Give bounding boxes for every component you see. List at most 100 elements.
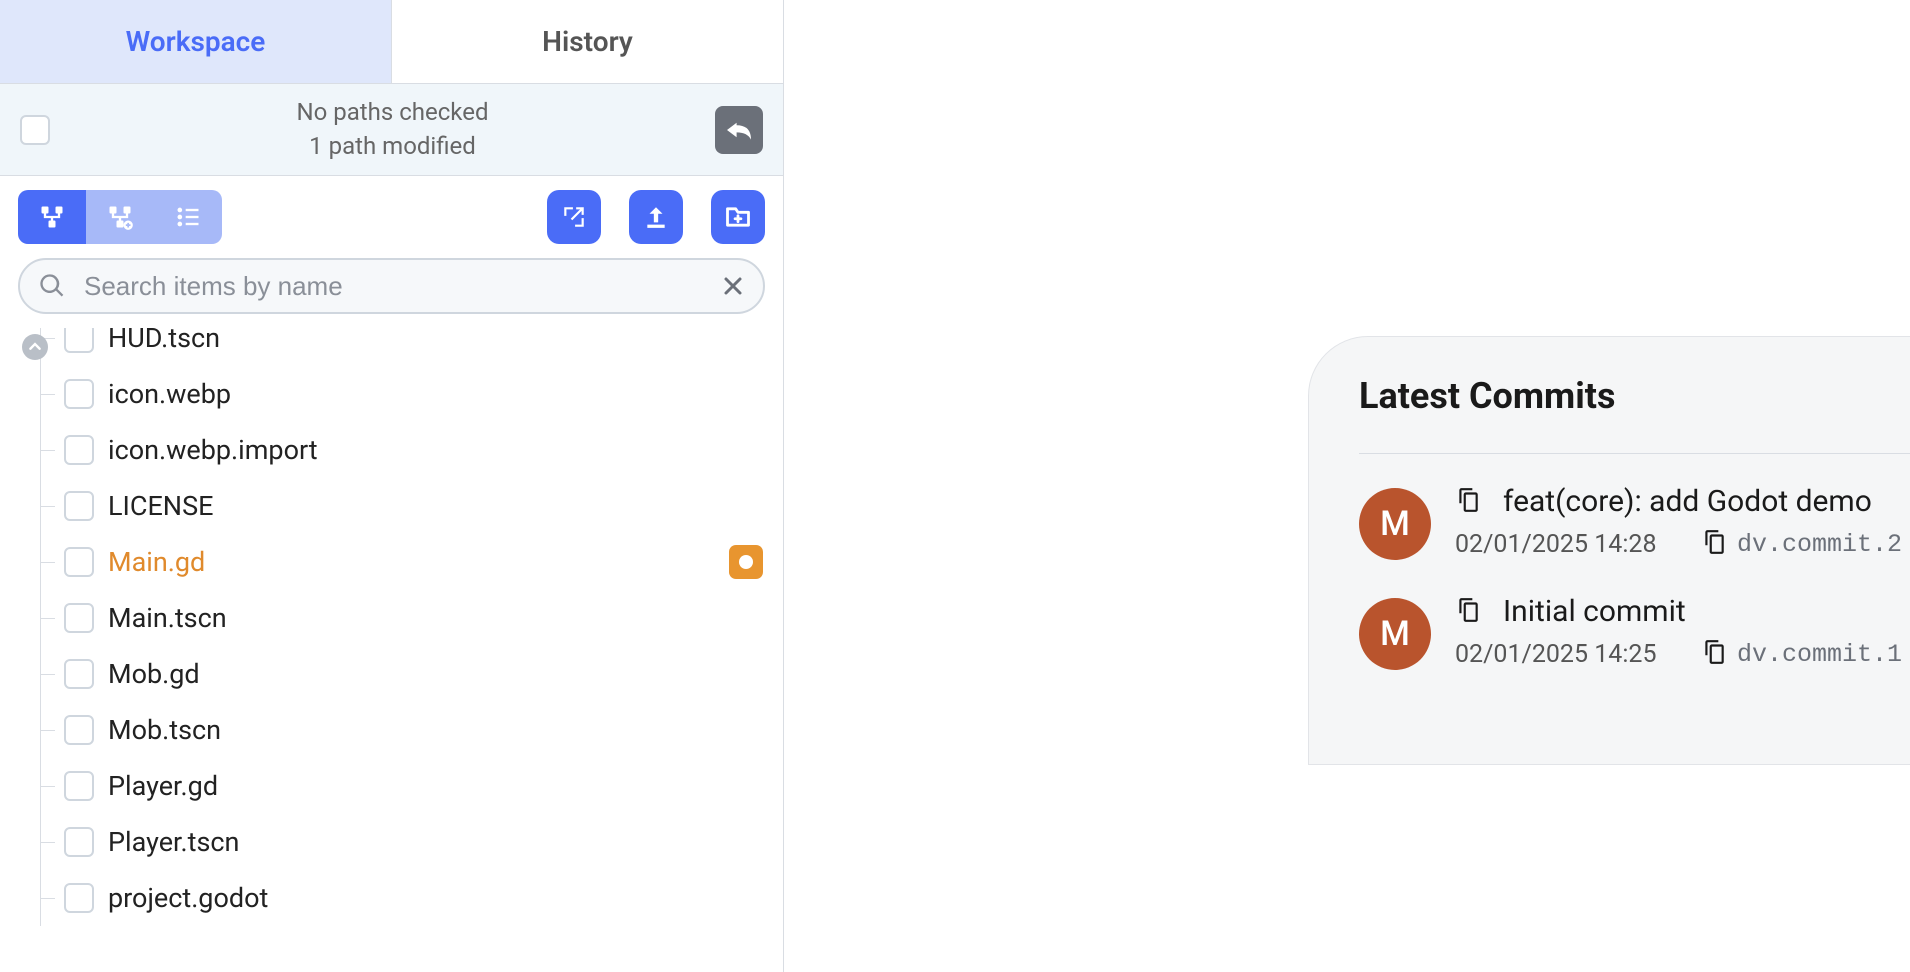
tree-guide xyxy=(40,702,64,758)
status-bar: No paths checked 1 path modified xyxy=(0,84,783,176)
main-area: Latest Commits Mfeat(core): add Godot de… xyxy=(784,0,1910,972)
file-name: Player.tscn xyxy=(108,826,763,858)
commit-hash-wrap: dv.commit.1 xyxy=(1701,639,1910,669)
clear-search-icon[interactable] xyxy=(721,274,745,298)
open-external-icon xyxy=(561,204,587,230)
commit-top-row: Initial commit xyxy=(1455,594,1910,629)
commits-divider xyxy=(1359,453,1910,454)
copy-hash-icon[interactable] xyxy=(1701,529,1727,559)
commit-hash-wrap: dv.commit.2 xyxy=(1701,529,1910,559)
file-row[interactable]: Mob.gd xyxy=(0,646,783,702)
file-name: LICENSE xyxy=(108,490,763,522)
view-mode-group xyxy=(18,190,222,244)
folder-plus-icon xyxy=(724,203,752,231)
commit-body: Initial commit 02/01/2025 14:25 dv.commit.… xyxy=(1455,594,1910,669)
status-line-2: 1 path modified xyxy=(70,130,715,164)
collapse-tree-button[interactable] xyxy=(22,334,48,360)
file-name: Mob.tscn xyxy=(108,714,763,746)
file-name: Main.gd xyxy=(108,546,729,578)
commit-date: 02/01/2025 14:25 xyxy=(1455,640,1657,669)
search-row xyxy=(0,258,783,328)
file-row[interactable]: Main.tscn xyxy=(0,590,783,646)
tree-guide xyxy=(40,590,64,646)
file-row[interactable]: Player.gd xyxy=(0,758,783,814)
commit-body: feat(core): add Godot demo 02/01/2025 14:… xyxy=(1455,484,1910,559)
file-tree: HUD.tscn icon.webp icon.webp.import LICENSE… xyxy=(0,328,783,926)
search-input[interactable] xyxy=(84,271,721,302)
view-toolbar xyxy=(0,176,783,258)
status-line-1: No paths checked xyxy=(70,96,715,130)
tree-guide xyxy=(40,870,64,926)
tree-guide xyxy=(40,478,64,534)
undo-button[interactable] xyxy=(715,106,763,154)
sidebar-tabs: Workspace History xyxy=(0,0,783,84)
commit-item[interactable]: Mfeat(core): add Godot demo 02/01/2025 14… xyxy=(1359,484,1910,560)
file-row[interactable]: icon.webp xyxy=(0,366,783,422)
tree-plus-icon xyxy=(106,203,134,231)
copy-message-icon[interactable] xyxy=(1455,487,1481,517)
file-checkbox[interactable] xyxy=(64,715,94,745)
commit-avatar: M xyxy=(1359,488,1431,560)
tree-guide xyxy=(40,646,64,702)
commit-bottom-row: 02/01/2025 14:25 dv.commit.1 xyxy=(1455,639,1910,669)
file-name: project.godot xyxy=(108,882,763,914)
file-row[interactable]: LICENSE xyxy=(0,478,783,534)
copy-message-icon[interactable] xyxy=(1455,597,1481,627)
upload-icon xyxy=(643,204,669,230)
tree-guide xyxy=(40,814,64,870)
tree-guide xyxy=(40,534,64,590)
select-all-checkbox[interactable] xyxy=(20,115,50,145)
file-row[interactable]: Player.tscn xyxy=(0,814,783,870)
commit-avatar: M xyxy=(1359,598,1431,670)
chevron-up-icon xyxy=(28,340,42,354)
file-checkbox[interactable] xyxy=(64,547,94,577)
file-row[interactable]: Mob.tscn xyxy=(0,702,783,758)
commit-item[interactable]: M Initial commit 02/01/2025 14:25 dv.commit… xyxy=(1359,594,1910,670)
file-row[interactable]: project.godot xyxy=(0,870,783,926)
sidebar: Workspace History No paths checked 1 pat… xyxy=(0,0,784,972)
tree-guide xyxy=(40,422,64,478)
modified-badge-icon xyxy=(729,545,763,579)
tab-history[interactable]: History xyxy=(392,0,783,83)
file-name: Player.gd xyxy=(108,770,763,802)
file-checkbox[interactable] xyxy=(64,603,94,633)
file-checkbox[interactable] xyxy=(64,659,94,689)
file-checkbox[interactable] xyxy=(64,379,94,409)
tree-guide xyxy=(40,366,64,422)
tab-workspace[interactable]: Workspace xyxy=(0,0,392,83)
file-checkbox[interactable] xyxy=(64,328,94,353)
file-checkbox[interactable] xyxy=(64,771,94,801)
commit-hash: dv.commit.2 xyxy=(1737,530,1902,559)
search-box[interactable] xyxy=(18,258,765,314)
file-checkbox[interactable] xyxy=(64,827,94,857)
file-name: HUD.tscn xyxy=(108,328,763,354)
commit-message: Initial commit xyxy=(1503,594,1686,629)
new-folder-button[interactable] xyxy=(711,190,765,244)
commit-top-row: feat(core): add Godot demo xyxy=(1455,484,1910,519)
commits-panel-title: Latest Commits xyxy=(1359,375,1910,417)
file-row[interactable]: HUD.tscn xyxy=(0,328,783,366)
view-list-button[interactable] xyxy=(154,190,222,244)
open-external-button[interactable] xyxy=(547,190,601,244)
file-checkbox[interactable] xyxy=(64,435,94,465)
undo-icon xyxy=(724,118,754,142)
copy-hash-icon[interactable] xyxy=(1701,639,1727,669)
status-text: No paths checked 1 path modified xyxy=(70,96,715,163)
search-icon xyxy=(38,272,66,300)
file-checkbox[interactable] xyxy=(64,491,94,521)
commits-list: Mfeat(core): add Godot demo 02/01/2025 14… xyxy=(1359,484,1910,670)
list-icon xyxy=(174,203,202,231)
file-name: icon.webp.import xyxy=(108,434,763,466)
file-name: icon.webp xyxy=(108,378,763,410)
file-checkbox[interactable] xyxy=(64,883,94,913)
file-tree-area: HUD.tscn icon.webp icon.webp.import LICENSE… xyxy=(0,328,783,972)
upload-button[interactable] xyxy=(629,190,683,244)
file-row[interactable]: Main.gd xyxy=(0,534,783,590)
tree-icon xyxy=(38,203,66,231)
commit-hash: dv.commit.1 xyxy=(1737,640,1902,669)
view-tree-expanded-button[interactable] xyxy=(86,190,154,244)
view-tree-button[interactable] xyxy=(18,190,86,244)
latest-commits-panel: Latest Commits Mfeat(core): add Godot de… xyxy=(1308,336,1910,765)
commit-bottom-row: 02/01/2025 14:28dv.commit.2 xyxy=(1455,529,1910,559)
file-row[interactable]: icon.webp.import xyxy=(0,422,783,478)
